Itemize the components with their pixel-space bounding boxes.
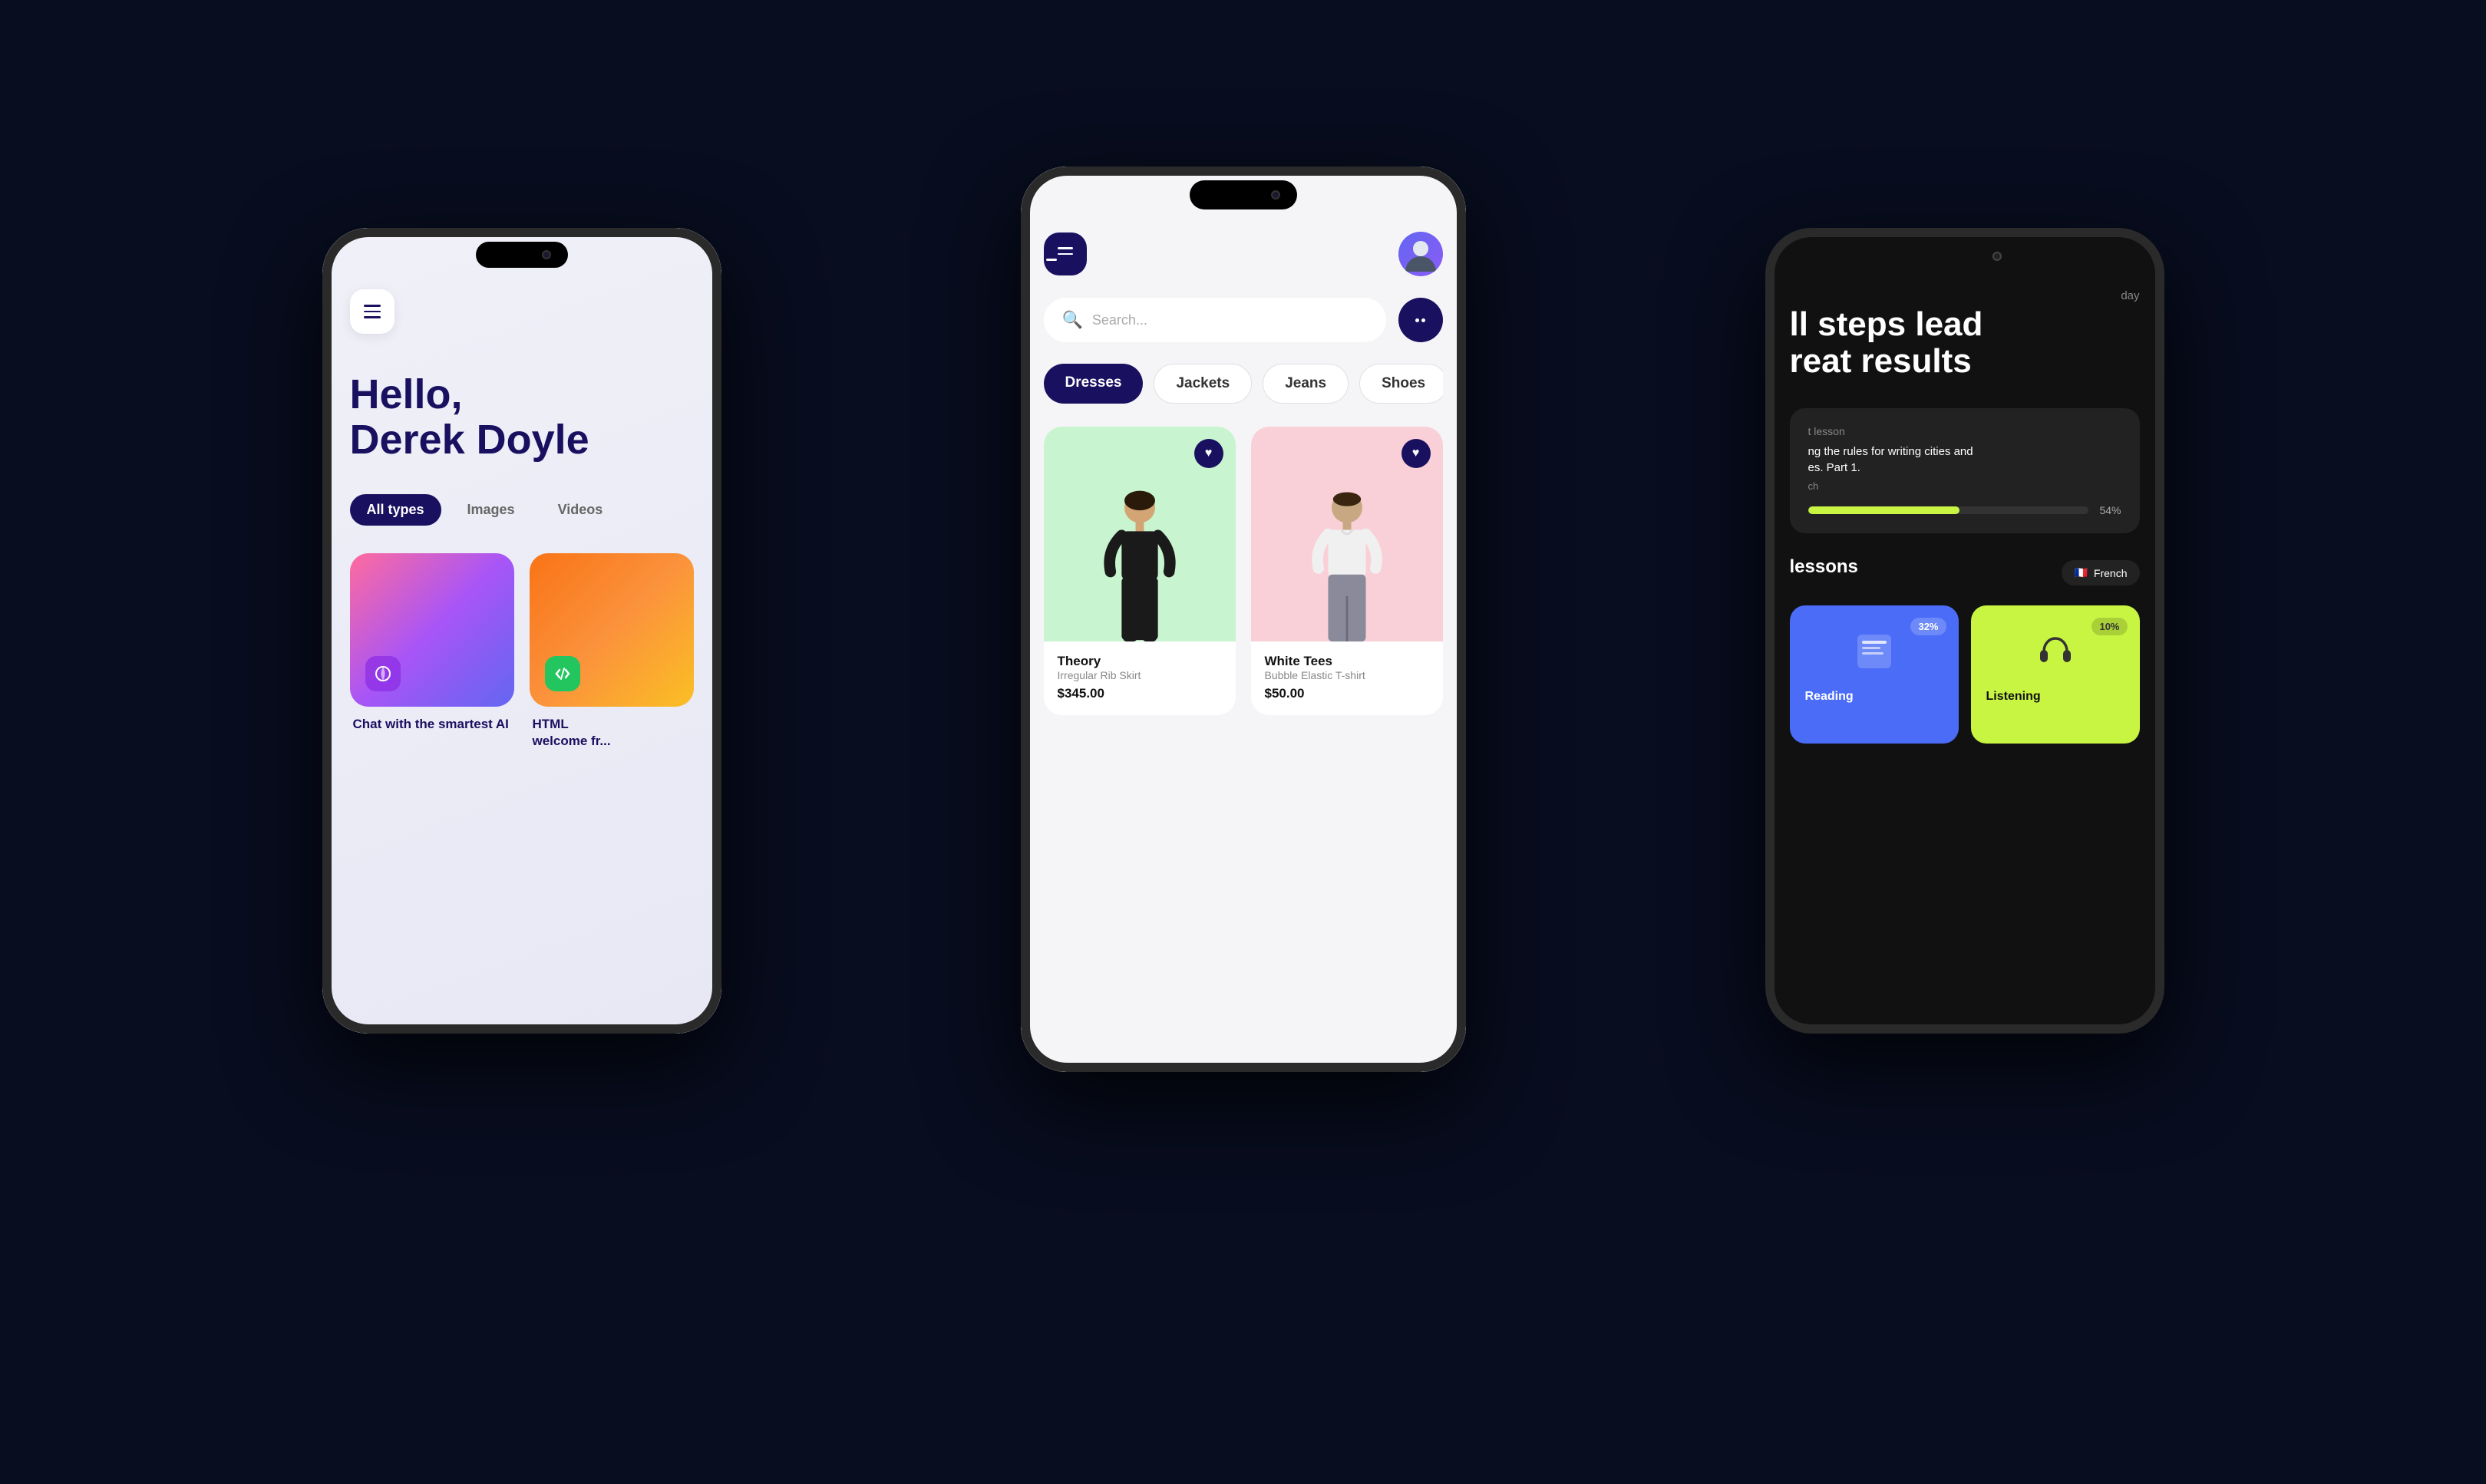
greeting-text: Hello,Derek Doyle	[350, 372, 694, 463]
filter-tab-images[interactable]: Images	[451, 494, 532, 526]
product-theory[interactable]: ♥	[1044, 427, 1236, 715]
product-whitetees-price: $50.00	[1265, 686, 1429, 701]
camera-dot-center	[1271, 190, 1280, 200]
camera-dot-left	[542, 250, 551, 259]
menu-line	[1058, 247, 1073, 249]
phone-right-screen: day ll steps leadreat results t lesson n…	[1765, 228, 2164, 1034]
dynamic-island-center	[1190, 180, 1297, 209]
product-theory-price: $345.00	[1058, 686, 1222, 701]
cat-dresses[interactable]: Dresses	[1044, 364, 1144, 404]
card-html-label: HTMLwelcome fr...	[530, 707, 694, 750]
dot-1	[1415, 318, 1419, 322]
search-bar: 🔍 Search...	[1044, 298, 1443, 342]
product-theory-info: Theory Irregular Rib Skirt $345.00	[1044, 641, 1236, 715]
product-theory-name: Irregular Rib Skirt	[1058, 669, 1222, 681]
skill-listening-pct: 10%	[2091, 618, 2127, 635]
language-badge[interactable]: 🇫🇷 French	[2062, 560, 2139, 585]
lesson-lang: ch	[1808, 480, 2121, 492]
left-content: Hello,Derek Doyle All types Images Video…	[322, 228, 721, 1034]
skill-card-reading[interactable]: 32% Reading	[1790, 605, 1959, 744]
phone-right: day ll steps leadreat results t lesson n…	[1765, 228, 2164, 1034]
skill-listening-name: Listening	[1986, 690, 2124, 704]
product-whitetees-info: White Tees Bubble Elastic T-shirt $50.00	[1251, 641, 1443, 715]
product-whitetees-brand: White Tees	[1265, 654, 1429, 669]
language-flag: 🇫🇷	[2074, 566, 2087, 579]
phone-left-screen: Hello,Derek Doyle All types Images Video…	[322, 228, 721, 1034]
phone-center: 🔍 Search... Dresses Jackets Jeans Shoes	[1021, 167, 1466, 1072]
dot-2	[1421, 318, 1425, 322]
right-content: day ll steps leadreat results t lesson n…	[1765, 228, 2164, 1034]
skill-cards-grid: 32% Reading	[1790, 605, 2140, 744]
day-label: day	[2121, 289, 2139, 302]
card-chat-label: Chat with the smartest AI	[350, 707, 514, 733]
center-content: 🔍 Search... Dresses Jackets Jeans Shoes	[1021, 167, 1466, 1072]
cat-jeans[interactable]: Jeans	[1263, 364, 1349, 404]
product-whitetees-name: Bubble Elastic T-shirt	[1265, 669, 1429, 681]
product-theory-image: ♥	[1044, 427, 1236, 641]
card-html-image	[530, 553, 694, 707]
lessons-section-header: lessons 🇫🇷 French	[1790, 556, 2140, 590]
menu-button-center[interactable]	[1044, 232, 1087, 275]
filter-tab-videos[interactable]: Videos	[541, 494, 620, 526]
lesson-label: t lesson	[1808, 425, 2121, 437]
search-placeholder: Search...	[1092, 312, 1147, 328]
filter-tab-all-types[interactable]: All types	[350, 494, 441, 526]
skill-card-listening[interactable]: 10% Listening	[1971, 605, 2140, 744]
card-chat-image	[350, 553, 514, 707]
dynamic-island-right	[1911, 242, 2019, 271]
product-whitetees-image: ♥	[1251, 427, 1443, 641]
headline-text: ll steps leadreat results	[1790, 306, 2140, 381]
phone-left: Hello,Derek Doyle All types Images Video…	[322, 228, 721, 1034]
camera-dot-right	[1992, 252, 2002, 261]
product-whitetees[interactable]: ♥	[1251, 427, 1443, 715]
search-input-wrap[interactable]: 🔍 Search...	[1044, 298, 1386, 342]
products-grid: ♥	[1044, 427, 1443, 715]
cat-jackets[interactable]: Jackets	[1154, 364, 1252, 404]
card-html[interactable]: HTMLwelcome fr...	[530, 553, 694, 750]
progress-bar-wrap: 54%	[1808, 504, 2121, 516]
center-topbar	[1044, 224, 1443, 276]
progress-bar-bg	[1808, 506, 2089, 514]
search-icon: 🔍	[1062, 310, 1083, 330]
scene: Hello,Derek Doyle All types Images Video…	[169, 90, 2318, 1394]
lesson-card[interactable]: t lesson ng the rules for writing cities…	[1790, 408, 2140, 533]
avatar[interactable]	[1398, 232, 1443, 276]
progress-percentage: 54%	[2099, 504, 2121, 516]
hamburger-button-left[interactable]	[350, 289, 395, 334]
heart-button-whitetees[interactable]: ♥	[1401, 439, 1431, 468]
cat-shoes[interactable]: Shoes	[1359, 364, 1442, 404]
phone-center-screen: 🔍 Search... Dresses Jackets Jeans Shoes	[1021, 167, 1466, 1072]
hamburger-line	[364, 316, 381, 318]
hamburger-line	[364, 305, 381, 307]
language-name: French	[2094, 567, 2128, 579]
content-cards-grid: Chat with the smartest AI	[350, 553, 694, 750]
skill-reading-name: Reading	[1805, 690, 1943, 704]
product-theory-brand: Theory	[1058, 654, 1222, 669]
options-button[interactable]	[1398, 298, 1443, 342]
lessons-section-title: lessons	[1790, 556, 1858, 578]
card-chat[interactable]: Chat with the smartest AI	[350, 553, 514, 750]
filter-tabs: All types Images Videos	[350, 494, 694, 526]
categories-row: Dresses Jackets Jeans Shoes	[1044, 364, 1443, 404]
menu-line	[1046, 259, 1057, 261]
menu-line	[1058, 253, 1073, 256]
heart-button-theory[interactable]: ♥	[1194, 439, 1223, 468]
lesson-title: ng the rules for writing cities andes. P…	[1808, 444, 2121, 476]
code-icon	[545, 656, 580, 691]
adjust-icon	[365, 656, 401, 691]
hamburger-line	[364, 311, 381, 313]
dynamic-island-left	[476, 242, 568, 268]
skill-reading-pct: 32%	[1910, 618, 1946, 635]
progress-bar-fill	[1808, 506, 1960, 514]
